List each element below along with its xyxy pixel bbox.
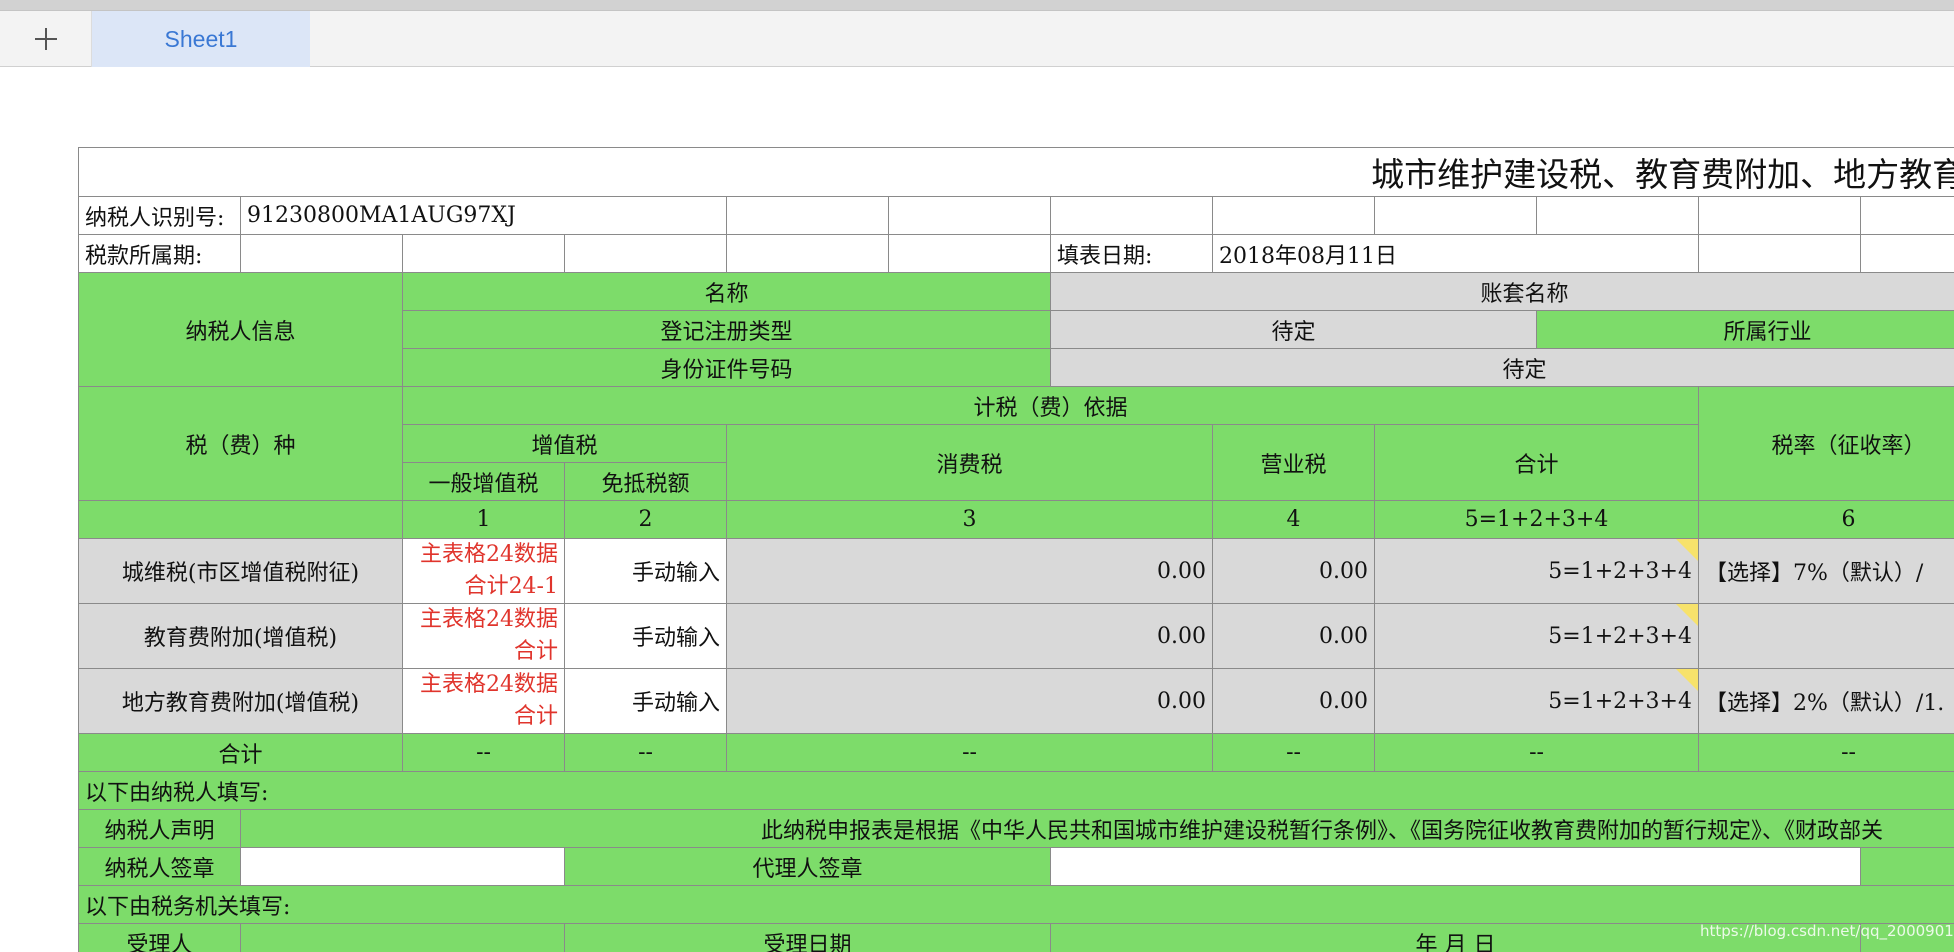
sum-cell: -- [726,733,1213,772]
taxpayer-info-label: 纳税人信息 [78,272,403,387]
reg-type-value[interactable]: 待定 [1050,310,1537,349]
cell[interactable] [1859,234,1954,273]
sum-row-label: 合计 [78,733,403,772]
cell [1859,847,1954,886]
cell[interactable] [1212,196,1375,235]
taxpayer-id-label: 纳税人识别号: [78,196,241,235]
row-name: 地方教育费附加(增值税) [78,668,403,734]
vat-header: 增值税 [402,424,727,463]
sum-cell: -- [564,733,727,772]
consumption-cell[interactable]: 0.00 [726,603,1213,669]
cell[interactable] [564,234,727,273]
fill-date-label: 填表日期: [1050,234,1213,273]
fill-date-value[interactable]: 2018年08月11日 [1212,234,1699,273]
agent-signature-label: 代理人签章 [564,847,1051,886]
cell[interactable] [1698,234,1861,273]
cell[interactable] [888,196,1051,235]
business-cell[interactable]: 0.00 [1212,603,1375,669]
agent-signature-field[interactable] [1050,847,1861,886]
cell[interactable] [726,234,889,273]
rate-cell[interactable]: 【选择】7%（默认）/ [1697,538,1954,604]
rate-header: 税率（征收率） [1697,386,1954,501]
row-name: 教育费附加(增值税) [78,603,403,669]
cell[interactable] [1536,196,1699,235]
reg-type-label: 登记注册类型 [402,310,1051,349]
consumption-cell[interactable]: 0.00 [726,538,1213,604]
cell[interactable] [726,196,889,235]
authority-fill-heading: 以下由税务机关填写: [78,885,1954,924]
cell[interactable] [1859,196,1954,235]
cell[interactable] [402,234,565,273]
exempt-header: 免抵税额 [564,462,727,501]
id-number-label: 身份证件号码 [402,348,1051,387]
total-cell[interactable]: 5=1+2+3+4 [1374,538,1699,604]
total-cell[interactable]: 5=1+2+3+4 [1374,603,1699,669]
sheet-tab-bar: Sheet1 [0,11,1954,67]
receiver-label: 受理人 [78,923,241,952]
form-title: 城市维护建设税、教育费附加、地方教育附 [78,147,1954,197]
exempt-cell[interactable]: 手动输入 [564,538,727,604]
watermark: https://blog.csdn.net/qq_20009015 [1700,922,1954,940]
sum-cell: -- [402,733,565,772]
receiver-field[interactable] [240,923,565,952]
taxpayer-signature-label: 纳税人签章 [78,847,241,886]
tax-form-table: 城市维护建设税、教育费附加、地方教育附 纳税人识别号: 91230800MA1A… [78,147,1954,952]
exempt-cell[interactable]: 手动输入 [564,603,727,669]
rate-cell[interactable] [1697,603,1954,669]
business-cell[interactable]: 0.00 [1212,538,1375,604]
id-number-value[interactable]: 待定 [1049,348,1954,387]
plus-icon [34,28,57,50]
consumption-cell[interactable]: 0.00 [726,668,1213,734]
tab-sheet1[interactable]: Sheet1 [92,11,310,67]
sum-cell: -- [1212,733,1375,772]
exempt-cell[interactable]: 手动输入 [564,668,727,734]
col-number: 1 [402,500,565,539]
col-number: 3 [726,500,1213,539]
col-number: 5=1+2+3+4 [1374,500,1699,539]
business-tax-header: 营业税 [1212,424,1375,501]
taxpayer-id-value[interactable]: 91230800MA1AUG97XJ [240,196,727,235]
total-cell[interactable]: 5=1+2+3+4 [1374,668,1699,734]
declaration-text: 此纳税申报表是根据《中华人民共和国城市维护建设税暂行条例》、《国务院征收教育费附… [239,809,1954,848]
cell[interactable] [888,234,1051,273]
tax-type-header: 税（费）种 [78,386,403,501]
taxpayer-signature-field[interactable] [240,847,565,886]
add-sheet-button[interactable] [0,11,92,67]
consumption-tax-header: 消费税 [726,424,1213,501]
cell[interactable] [1050,196,1213,235]
window-top-strip [0,0,1954,11]
col-number-blank [78,500,403,539]
taxpayer-fill-heading: 以下由纳税人填写: [78,771,1954,810]
industry-label: 所属行业 [1535,310,1954,349]
general-vat-cell[interactable]: 主表格24数据合计 [402,603,565,669]
name-label: 名称 [402,272,1051,311]
rate-cell[interactable]: 【选择】2%（默认）/1. [1697,668,1954,734]
tax-period-label: 税款所属期: [78,234,241,273]
business-cell[interactable]: 0.00 [1212,668,1375,734]
cell[interactable] [1698,196,1861,235]
general-vat-cell[interactable]: 主表格24数据合计24-1 [402,538,565,604]
sum-cell: -- [1374,733,1699,772]
col-number: 4 [1212,500,1375,539]
cell[interactable] [240,234,403,273]
general-vat-header: 一般增值税 [402,462,565,501]
row-name: 城维税(市区增值税附征) [78,538,403,604]
sum-cell: -- [1697,733,1954,772]
declaration-label: 纳税人声明 [78,809,241,848]
general-vat-cell[interactable]: 主表格24数据合计 [402,668,565,734]
col-number: 2 [564,500,727,539]
col-number: 6 [1697,500,1954,539]
receive-date-label: 受理日期 [564,923,1051,952]
basis-header: 计税（费）依据 [402,386,1699,425]
cell[interactable] [1374,196,1537,235]
account-name-label: 账套名称 [1049,272,1954,311]
total-header: 合计 [1374,424,1699,501]
spreadsheet-grid: 城市维护建设税、教育费附加、地方教育附 纳税人识别号: 91230800MA1A… [78,147,1954,952]
